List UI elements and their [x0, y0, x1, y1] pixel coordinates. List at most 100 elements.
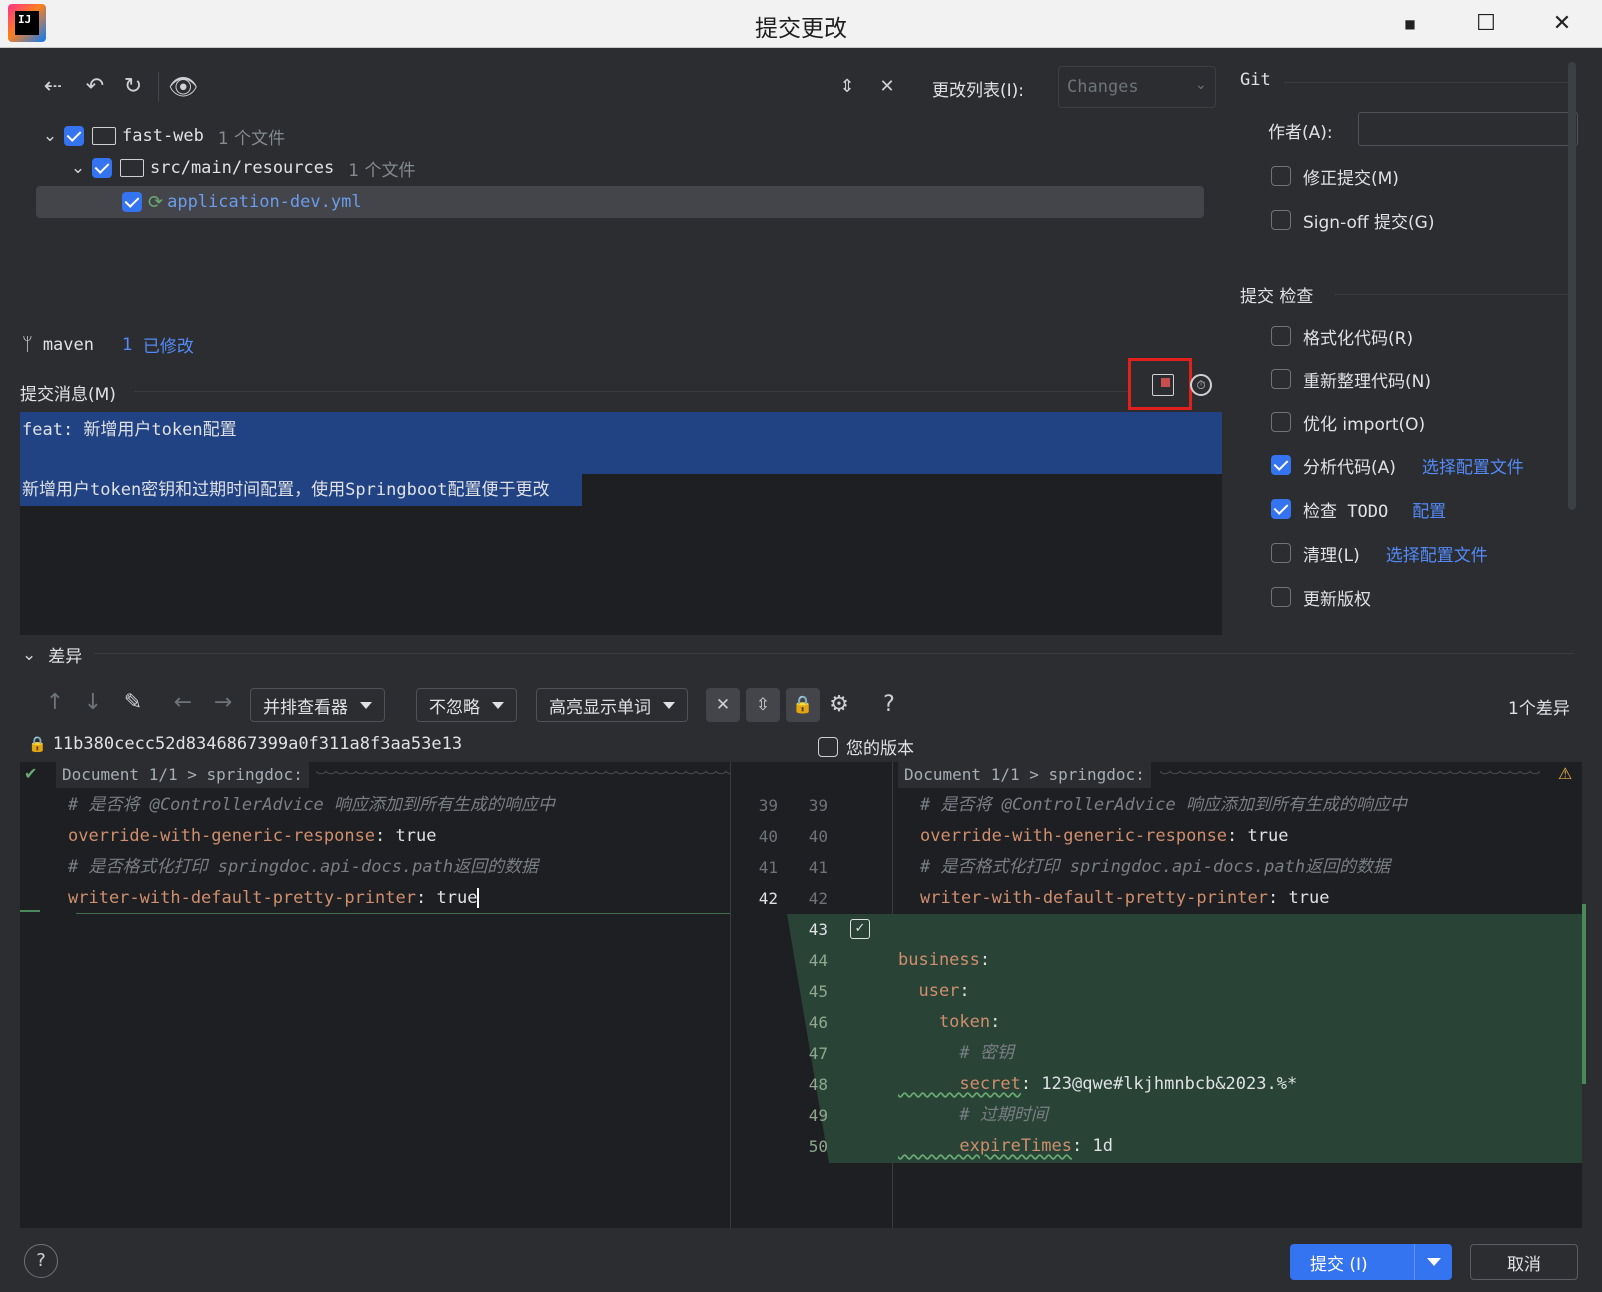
left-code-line-41: # 是否格式化打印 springdoc.api-docs.path返回的数据 — [68, 857, 539, 877]
expand-all-icon[interactable]: ⇕ — [832, 72, 862, 102]
right-code-line-44: business: — [898, 945, 990, 976]
check-checkbox[interactable] — [1271, 412, 1291, 432]
check-option-0[interactable]: 格式化代码(R) — [1271, 322, 1413, 350]
dropdown-arrow-icon — [492, 701, 504, 709]
chevron-down-icon[interactable]: ⌄ — [22, 645, 36, 665]
check-label: 重新整理代码(N) — [1303, 371, 1431, 392]
check-option-5[interactable]: 清理(L) 选择配置文件 — [1271, 539, 1488, 567]
right-breadcrumb[interactable]: Document 1/1 > springdoc: — [898, 762, 1151, 788]
ignore-mode-dropdown[interactable]: 不忽略 — [416, 688, 517, 722]
branch-name: maven — [42, 334, 94, 355]
tree-row-resources[interactable]: ⌄ src/main/resources 1 个文件 — [64, 152, 1232, 184]
cancel-button[interactable]: 取消 — [1470, 1244, 1578, 1280]
commit-button[interactable]: 提交 (I) — [1290, 1244, 1452, 1280]
lock-icon[interactable]: 🔒 — [786, 688, 820, 722]
check-checkbox[interactable] — [1271, 587, 1291, 607]
settings-gear-icon[interactable]: ⚙ — [824, 690, 854, 720]
yaml-key: expireTimes — [898, 1136, 1072, 1156]
changelist-select[interactable]: Changes ⌄ — [1058, 66, 1216, 108]
collapse-all-icon[interactable]: ✕ — [872, 72, 902, 102]
right-line-number: 50 — [808, 1137, 828, 1156]
tree-row-file[interactable]: ⟳ application-dev.yml — [36, 186, 1204, 218]
checkbox-fast-web[interactable] — [64, 126, 84, 146]
yaml-key: override-with-generic-response — [68, 826, 376, 846]
branch-modified-label[interactable]: 已修改 — [143, 332, 194, 357]
author-input[interactable] — [1358, 112, 1578, 146]
commit-message-editor[interactable]: feat: 新增用户token配置 新增用户token密钥和过期时间配置，使用S… — [20, 412, 1222, 635]
chevron-down-icon[interactable]: ⌄ — [64, 158, 92, 178]
maximize-icon[interactable]: ☐ — [1462, 6, 1510, 42]
chevron-down-icon[interactable]: ⌄ — [36, 126, 64, 146]
check-checkbox[interactable] — [1271, 455, 1291, 475]
eye-icon[interactable]: 👁 — [168, 72, 198, 102]
check-checkbox[interactable] — [1271, 369, 1291, 389]
warning-icon[interactable]: ⚠ — [1558, 764, 1572, 783]
check-option-4[interactable]: 检查 TODO 配置 — [1271, 495, 1446, 523]
viewer-mode-dropdown[interactable]: 并排查看器 — [250, 688, 385, 722]
check-label: 检查 TODO — [1303, 501, 1389, 522]
refresh-icon[interactable]: ↻ — [118, 72, 148, 102]
commit-message-line1: feat: 新增用户token配置 — [22, 420, 237, 440]
diff-viewer[interactable]: ✔ Document 1/1 > springdoc: Document 1/1… — [20, 762, 1586, 1228]
check-checkbox[interactable] — [1271, 543, 1291, 563]
lock-icon: 🔒 — [28, 735, 47, 753]
right-panel-scrollbar[interactable] — [1568, 62, 1576, 510]
diff-section-header[interactable]: ⌄ 差异 — [22, 642, 82, 668]
dropdown-arrow-icon — [360, 701, 372, 709]
edit-pencil-icon[interactable]: ✎ — [118, 688, 148, 718]
tree-row-fast-web[interactable]: ⌄ fast-web 1 个文件 — [36, 120, 1204, 152]
close-icon[interactable]: ✕ — [1538, 6, 1586, 42]
check-label: 格式化代码(R) — [1303, 328, 1414, 349]
undo-icon[interactable]: ↶ — [80, 72, 110, 102]
right-line-number: 47 — [808, 1044, 828, 1063]
checkmark-icon: ✔ — [24, 764, 38, 783]
check-option-2[interactable]: 优化 import(O) — [1271, 408, 1425, 436]
yaml-sep: : — [990, 1012, 1001, 1032]
branch-modified-count[interactable]: 1 — [122, 335, 133, 355]
prev-diff-icon[interactable]: ↑ — [40, 688, 70, 718]
check-checkbox[interactable] — [1271, 326, 1291, 346]
collapse-unchanged-icon[interactable]: ✕ — [706, 688, 740, 722]
commit-template-icon[interactable] — [1152, 374, 1174, 396]
checkbox-file[interactable] — [122, 192, 142, 212]
prev-file-icon[interactable]: ← — [168, 688, 198, 718]
right-revision-header: 您的版本 — [818, 734, 914, 759]
next-file-icon[interactable]: → — [208, 688, 238, 718]
yaml-value: true — [395, 826, 437, 846]
minimize-icon[interactable]: ■ — [1386, 6, 1434, 42]
clock-history-icon[interactable]: ⏱ — [1190, 374, 1212, 396]
right-revision-checkbox[interactable] — [818, 736, 838, 757]
rollback-arrow-icon[interactable]: ⇠ — [38, 72, 68, 102]
amend-option[interactable]: 修正提交(M) — [1271, 162, 1399, 190]
right-line-number: 40 — [808, 827, 828, 846]
highlight-mode-dropdown[interactable]: 高亮显示单词 — [536, 688, 688, 722]
sync-scroll-icon[interactable]: ⇳ — [746, 688, 780, 722]
toolbar-separator — [158, 72, 159, 102]
yaml-value: 123@qwe#lkjhmnbcb&2023.%* — [1041, 1074, 1298, 1094]
check-link[interactable]: 选择配置文件 — [1386, 541, 1488, 566]
divider — [94, 653, 1574, 654]
yaml-key: override-with-generic-response — [920, 826, 1228, 846]
dropdown-arrow-icon — [663, 701, 675, 709]
checkbox-resources[interactable] — [92, 158, 112, 178]
help-button[interactable]: ? — [24, 1244, 58, 1278]
left-breadcrumb[interactable]: Document 1/1 > springdoc: — [56, 762, 309, 788]
signoff-checkbox[interactable] — [1271, 210, 1291, 230]
check-link[interactable]: 选择配置文件 — [1422, 453, 1524, 478]
right-line-number: 48 — [808, 1075, 828, 1094]
next-diff-icon[interactable]: ↓ — [78, 688, 108, 718]
help-icon[interactable]: ? — [874, 690, 904, 720]
check-checkbox[interactable] — [1271, 499, 1291, 519]
check-option-6[interactable]: 更新版权 — [1271, 583, 1371, 611]
check-link[interactable]: 配置 — [1412, 497, 1446, 522]
amend-checkbox[interactable] — [1271, 166, 1291, 186]
divider — [1284, 82, 1574, 83]
accept-change-checkbox[interactable]: ✓ — [850, 919, 870, 939]
check-option-1[interactable]: 重新整理代码(N) — [1271, 365, 1431, 393]
commit-dropdown-arrow-icon[interactable] — [1427, 1258, 1441, 1266]
git-branch-icon: ᛘ — [22, 334, 33, 355]
right-line-number: 41 — [808, 858, 828, 877]
signoff-option[interactable]: Sign-off 提交(G) — [1271, 206, 1434, 234]
check-option-3[interactable]: 分析代码(A) 选择配置文件 — [1271, 451, 1524, 479]
yaml-value: true — [1288, 888, 1330, 908]
